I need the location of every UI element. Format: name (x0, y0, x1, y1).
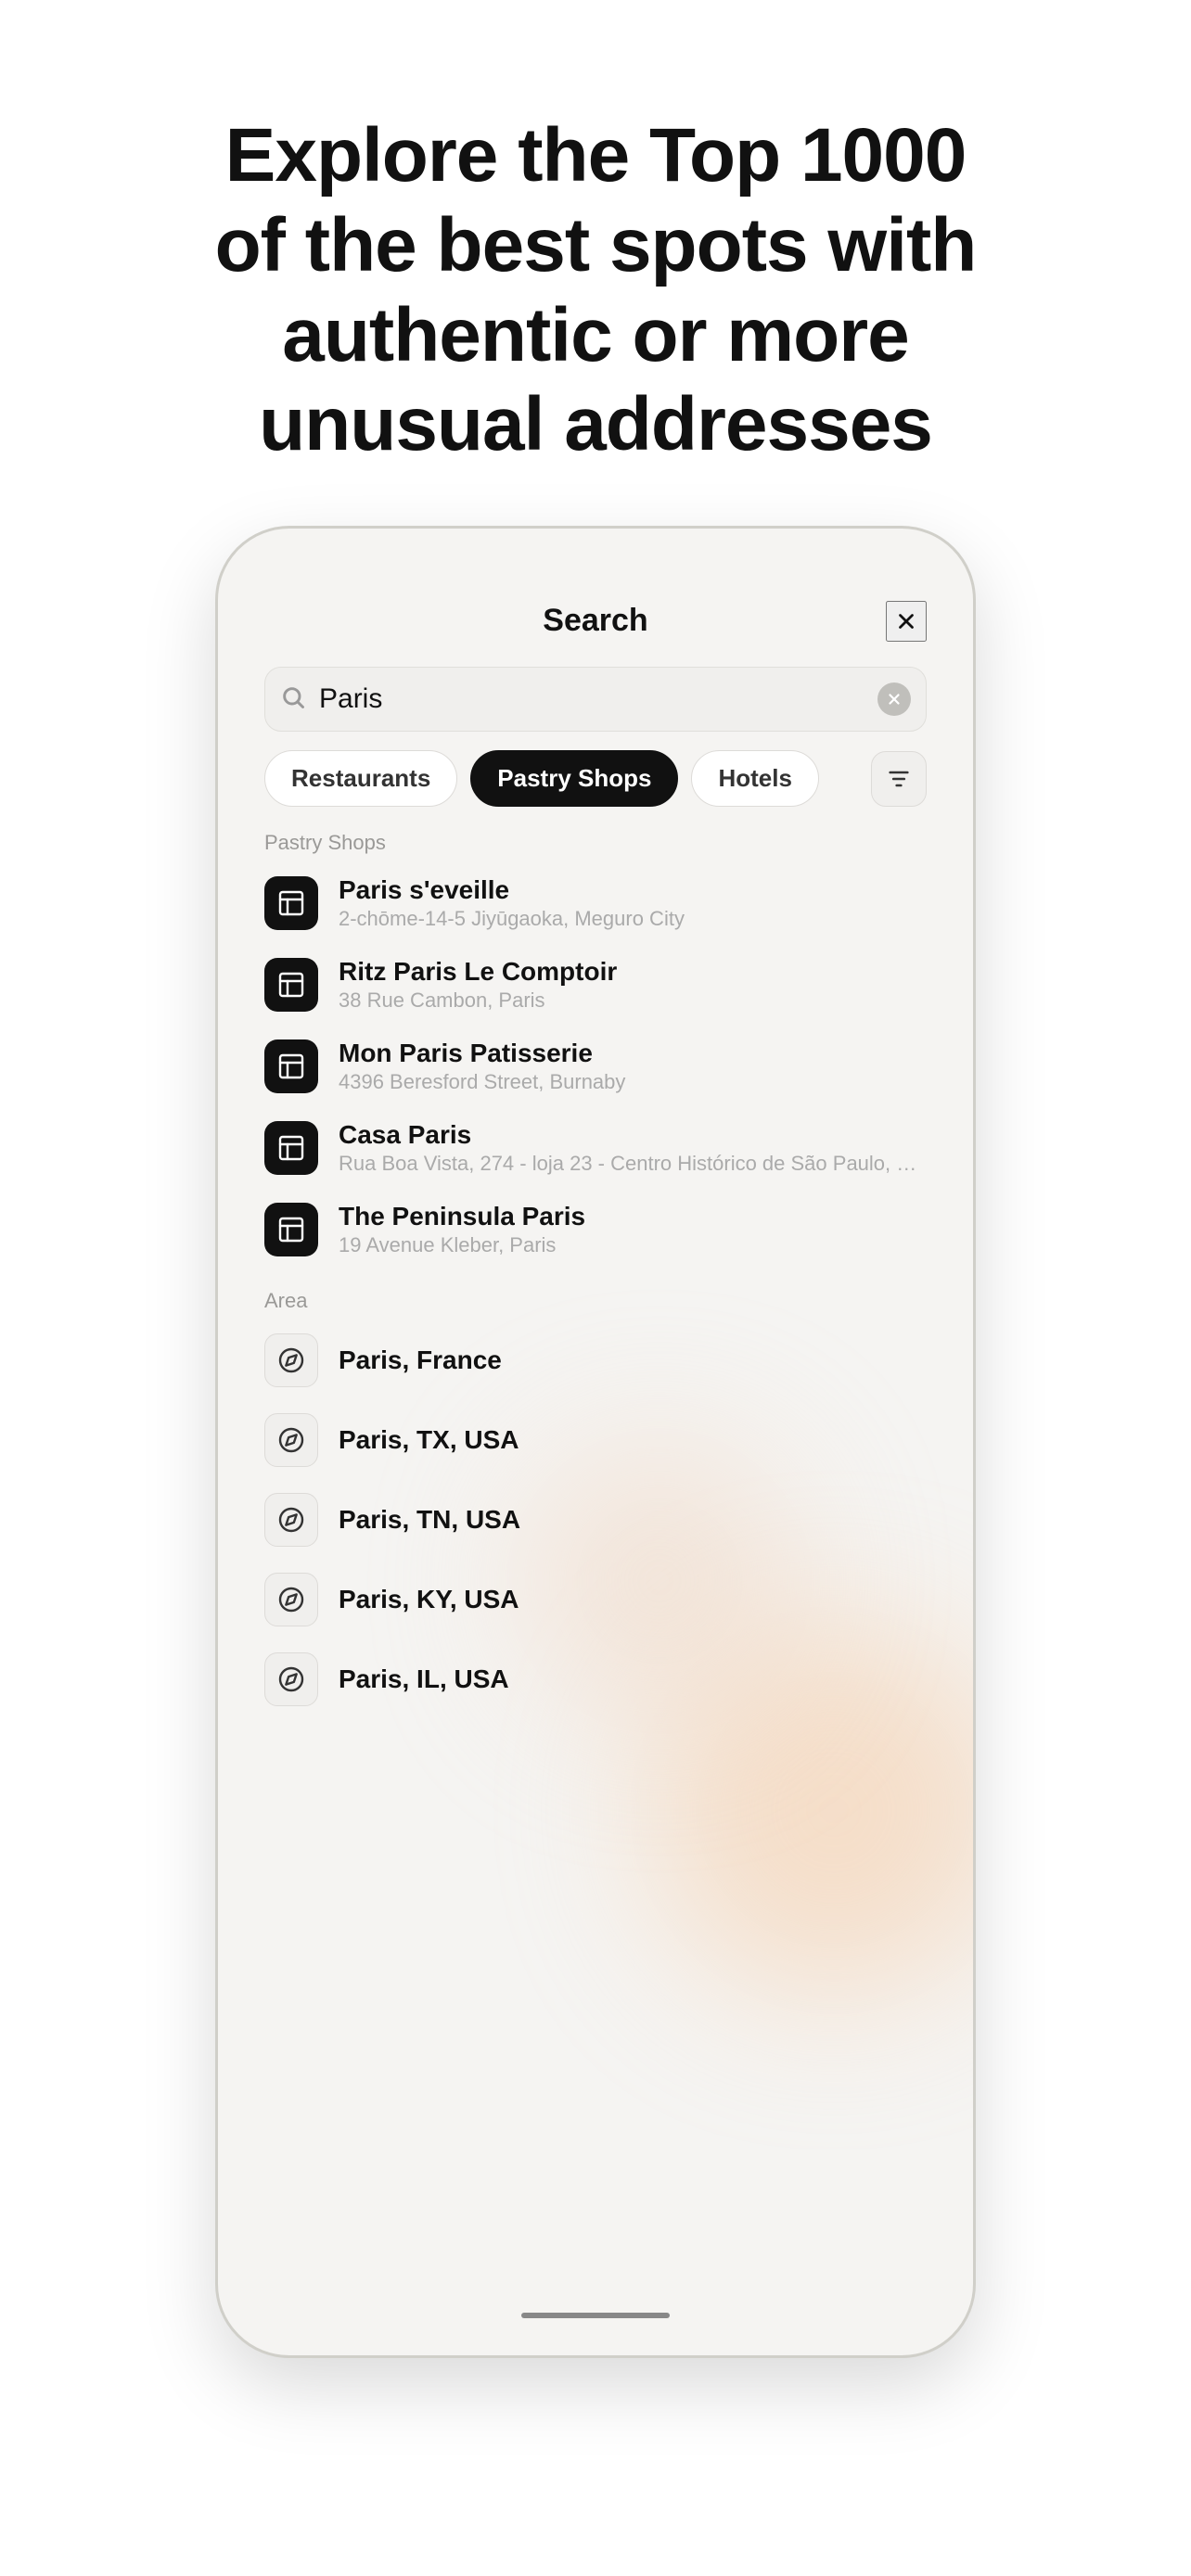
compass-icon (264, 1413, 318, 1467)
result-text: Paris, TN, USA (339, 1505, 927, 1535)
result-name: Paris, TN, USA (339, 1505, 927, 1535)
list-item[interactable]: The Peninsula Paris 19 Avenue Kleber, Pa… (218, 1189, 973, 1270)
compass-icon (264, 1652, 318, 1706)
pastry-shops-list: Paris s'eveille 2-chōme-14-5 Jiyūgaoka, … (218, 862, 973, 1270)
compass-icon (264, 1493, 318, 1547)
list-item[interactable]: Paris, TN, USA (218, 1480, 973, 1560)
tab-restaurants[interactable]: Restaurants (264, 750, 457, 807)
shop-icon (264, 1039, 318, 1093)
list-item[interactable]: Paris, KY, USA (218, 1560, 973, 1639)
shop-icon (264, 958, 318, 1012)
result-name: Paris, TX, USA (339, 1425, 927, 1455)
filter-button[interactable] (871, 751, 927, 807)
search-input-value[interactable]: Paris (319, 683, 877, 715)
shop-icon (264, 1203, 318, 1256)
result-name: Mon Paris Patisserie (339, 1039, 927, 1068)
result-name: Paris, France (339, 1345, 927, 1375)
modal-close-button[interactable] (886, 601, 927, 642)
result-text: Paris, France (339, 1345, 927, 1375)
result-name: The Peninsula Paris (339, 1202, 927, 1231)
result-name: Paris, IL, USA (339, 1664, 927, 1694)
modal-header: Search (218, 575, 973, 657)
result-text: Mon Paris Patisserie 4396 Beresford Stre… (339, 1039, 927, 1094)
area-list: Paris, France Paris, TX, USA (218, 1320, 973, 1719)
area-section-label: Area (218, 1289, 973, 1313)
search-clear-button[interactable] (877, 682, 911, 716)
result-text: Paris s'eveille 2-chōme-14-5 Jiyūgaoka, … (339, 875, 927, 931)
list-item[interactable]: Paris, TX, USA (218, 1400, 973, 1480)
list-item[interactable]: Paris, IL, USA (218, 1639, 973, 1719)
result-address: 2-chōme-14-5 Jiyūgaoka, Meguro City (339, 907, 927, 931)
list-item[interactable]: Paris s'eveille 2-chōme-14-5 Jiyūgaoka, … (218, 862, 973, 944)
tab-pastry-shops[interactable]: Pastry Shops (470, 750, 678, 807)
result-text: Paris, IL, USA (339, 1664, 927, 1694)
shop-icon (264, 876, 318, 930)
result-text: Paris, TX, USA (339, 1425, 927, 1455)
filter-tabs: Restaurants Pastry Shops Hotels (218, 750, 973, 807)
result-address: 19 Avenue Kleber, Paris (339, 1233, 927, 1257)
result-address: Rua Boa Vista, 274 - loja 23 - Centro Hi… (339, 1152, 927, 1176)
result-address: 38 Rue Cambon, Paris (339, 988, 927, 1013)
result-name: Paris, KY, USA (339, 1585, 927, 1614)
tab-hotels[interactable]: Hotels (691, 750, 818, 807)
phone-content: Search Paris (218, 529, 973, 2318)
scroll-space (218, 1719, 973, 2276)
result-name: Casa Paris (339, 1120, 927, 1150)
result-text: Paris, KY, USA (339, 1585, 927, 1614)
pastry-shops-section-label: Pastry Shops (218, 831, 973, 855)
list-item[interactable]: Mon Paris Patisserie 4396 Beresford Stre… (218, 1026, 973, 1107)
result-text: The Peninsula Paris 19 Avenue Kleber, Pa… (339, 1202, 927, 1257)
result-name: Ritz Paris Le Comptoir (339, 957, 927, 987)
result-address: 4396 Beresford Street, Burnaby (339, 1070, 927, 1094)
phone-frame: Search Paris (215, 526, 976, 2358)
compass-icon (264, 1573, 318, 1626)
search-bar[interactable]: Paris (264, 667, 927, 732)
list-item[interactable]: Ritz Paris Le Comptoir 38 Rue Cambon, Pa… (218, 944, 973, 1026)
phone-mockup: Search Paris (215, 526, 976, 2358)
modal-title: Search (543, 603, 647, 639)
result-text: Ritz Paris Le Comptoir 38 Rue Cambon, Pa… (339, 957, 927, 1013)
result-text: Casa Paris Rua Boa Vista, 274 - loja 23 … (339, 1120, 927, 1176)
compass-icon (264, 1333, 318, 1387)
hero-heading: Explore the Top 1000 of the best spots w… (197, 111, 994, 470)
result-name: Paris s'eveille (339, 875, 927, 905)
list-item[interactable]: Paris, France (218, 1320, 973, 1400)
home-indicator (521, 2313, 670, 2318)
shop-icon (264, 1121, 318, 1175)
search-icon (280, 684, 306, 715)
list-item[interactable]: Casa Paris Rua Boa Vista, 274 - loja 23 … (218, 1107, 973, 1189)
